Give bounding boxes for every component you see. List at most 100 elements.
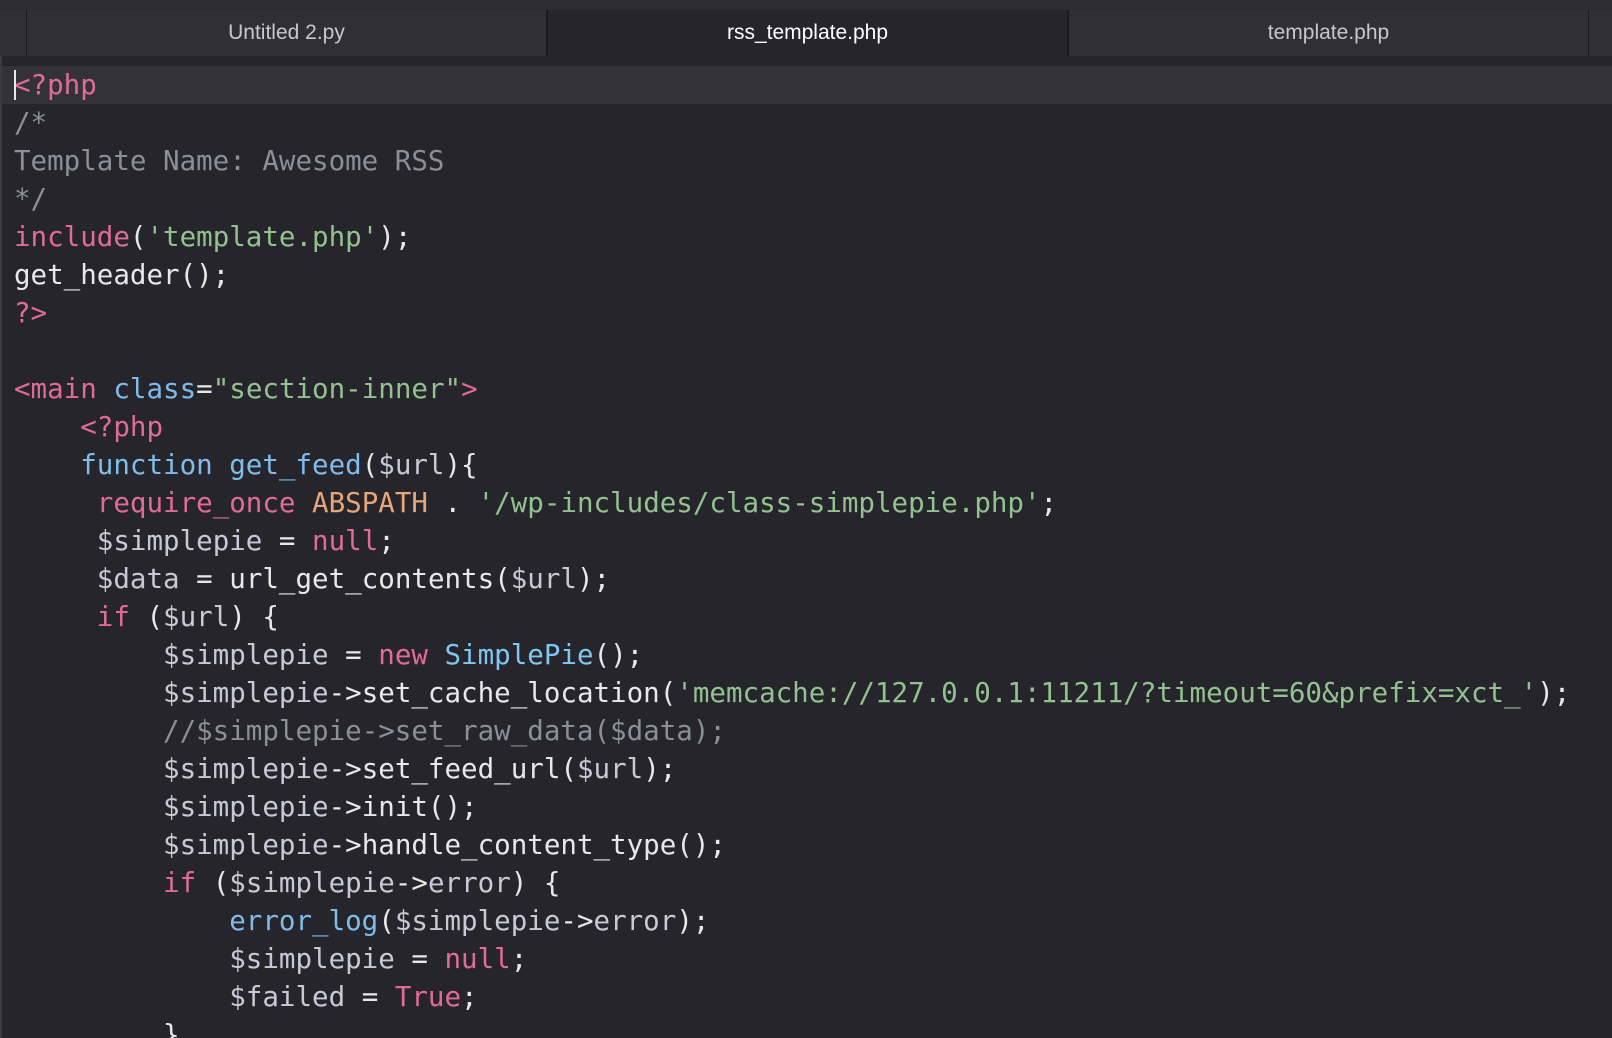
code-token: 'memcache://127.0.0.1:11211/?timeout=60&…: [676, 677, 1538, 709]
code-token: True: [394, 981, 462, 1013]
tab-template-php[interactable]: template.php: [1068, 10, 1589, 56]
code-line[interactable]: if ($url) {: [14, 598, 1570, 636]
code-token: function: [80, 449, 213, 481]
tab-untitled-2-py[interactable]: Untitled 2.py: [26, 10, 547, 56]
code-line[interactable]: $data = url_get_contents($url);: [14, 560, 1570, 598]
code-line[interactable]: [14, 332, 1570, 370]
code-line[interactable]: }: [14, 1016, 1570, 1038]
code-line[interactable]: if ($simplepie->error) {: [14, 864, 1570, 902]
code-token: 'template.php': [146, 221, 379, 253]
code-token: get_feed: [229, 449, 362, 481]
code-token: );: [643, 753, 677, 785]
code-token: new: [378, 639, 428, 671]
code-line[interactable]: $failed = True;: [14, 978, 1570, 1016]
code-token: (: [129, 221, 147, 253]
code-token: $simplepie: [96, 525, 263, 557]
code-line[interactable]: $simplepie = new SimplePie();: [14, 636, 1570, 674]
code-line[interactable]: <?php: [14, 408, 1570, 446]
code-line[interactable]: //$simplepie->set_raw_data($data);: [14, 712, 1570, 750]
code-token: "section-inner": [212, 373, 462, 405]
code-token: <?php: [14, 69, 97, 101]
code-token: ) {: [229, 601, 279, 633]
code-token: if: [96, 601, 130, 633]
code-token: = url_get_contents(: [179, 563, 511, 595]
code-line[interactable]: $simplepie->init();: [14, 788, 1570, 826]
code-token: $url: [163, 601, 230, 633]
code-line[interactable]: Template Name: Awesome RSS: [14, 142, 1570, 180]
code-token: null: [444, 943, 511, 975]
code-token: include: [14, 221, 130, 253]
code-token: if: [163, 867, 197, 899]
code-token: }: [163, 1019, 180, 1038]
code-token: ->set_feed_url(: [328, 753, 577, 785]
code-token: $simplepie: [163, 829, 329, 861]
code-token: require_once: [96, 487, 296, 519]
code-token: /*: [14, 107, 48, 139]
code-token: null: [312, 525, 379, 557]
code-line[interactable]: function get_feed($url){: [14, 446, 1570, 484]
code-token: ->set_cache_location(: [328, 677, 677, 709]
code-line[interactable]: require_once ABSPATH . '/wp-includes/cla…: [14, 484, 1570, 522]
code-token: );: [378, 221, 412, 253]
code-line[interactable]: $simplepie = null;: [14, 940, 1570, 978]
code-token: error: [593, 905, 677, 937]
code-token: ;: [1040, 487, 1058, 519]
code-line[interactable]: /*: [14, 104, 1570, 142]
code-line[interactable]: $simplepie->handle_content_type();: [14, 826, 1570, 864]
code-token: SimplePie: [444, 639, 594, 671]
code-token: ;: [378, 525, 395, 557]
code-line[interactable]: $simplepie->set_feed_url($url);: [14, 750, 1570, 788]
code-token: $url: [378, 449, 445, 481]
code-line[interactable]: include('template.php');: [14, 218, 1570, 256]
code-token: ->handle_content_type();: [328, 829, 726, 861]
code-token: */: [14, 183, 48, 215]
code-line[interactable]: */: [14, 180, 1570, 218]
code-line[interactable]: ?>: [14, 294, 1570, 332]
code-content[interactable]: <?php/* Template Name: Awesome RSS */inclu…: [14, 66, 1570, 1038]
code-token: (: [196, 867, 230, 899]
code-token: $failed: [229, 981, 346, 1013]
code-line[interactable]: <main class="section-inner">: [14, 370, 1570, 408]
code-line[interactable]: $simplepie = null;: [14, 522, 1570, 560]
code-token: '/wp-includes/class-simplepie.php': [477, 487, 1041, 519]
code-token: ->: [560, 905, 594, 937]
code-token: //$simplepie->set_raw_data($data);: [163, 715, 726, 747]
code-token: $simplepie: [163, 791, 329, 823]
code-token: ) {: [510, 867, 561, 899]
code-token: get_header();: [14, 259, 230, 291]
code-token: =: [345, 981, 395, 1013]
code-line[interactable]: get_header();: [14, 256, 1570, 294]
code-token: =: [196, 373, 213, 405]
code-token: =: [394, 943, 445, 975]
code-editor-area[interactable]: <?php/* Template Name: Awesome RSS */inclu…: [0, 56, 1612, 1038]
code-token: $simplepie: [229, 867, 395, 899]
code-token: <main: [14, 373, 97, 405]
code-editor-window: Untitled 2.py rss_template.php template.…: [0, 0, 1612, 1038]
code-token: ABSPATH: [312, 487, 428, 519]
tab-bar-right-edge: [1589, 10, 1612, 56]
code-line[interactable]: error_log($simplepie->error);: [14, 902, 1570, 940]
tab-bar-left-edge: [0, 10, 26, 56]
code-line[interactable]: <?php: [14, 66, 1570, 104]
tab-rss-template-php[interactable]: rss_template.php: [547, 10, 1068, 56]
code-token: (: [129, 601, 164, 633]
code-token: $simplepie: [163, 639, 329, 671]
code-line[interactable]: $simplepie->set_cache_location('memcache…: [14, 674, 1570, 712]
code-token: .: [427, 487, 478, 519]
code-token: ;: [461, 981, 478, 1013]
